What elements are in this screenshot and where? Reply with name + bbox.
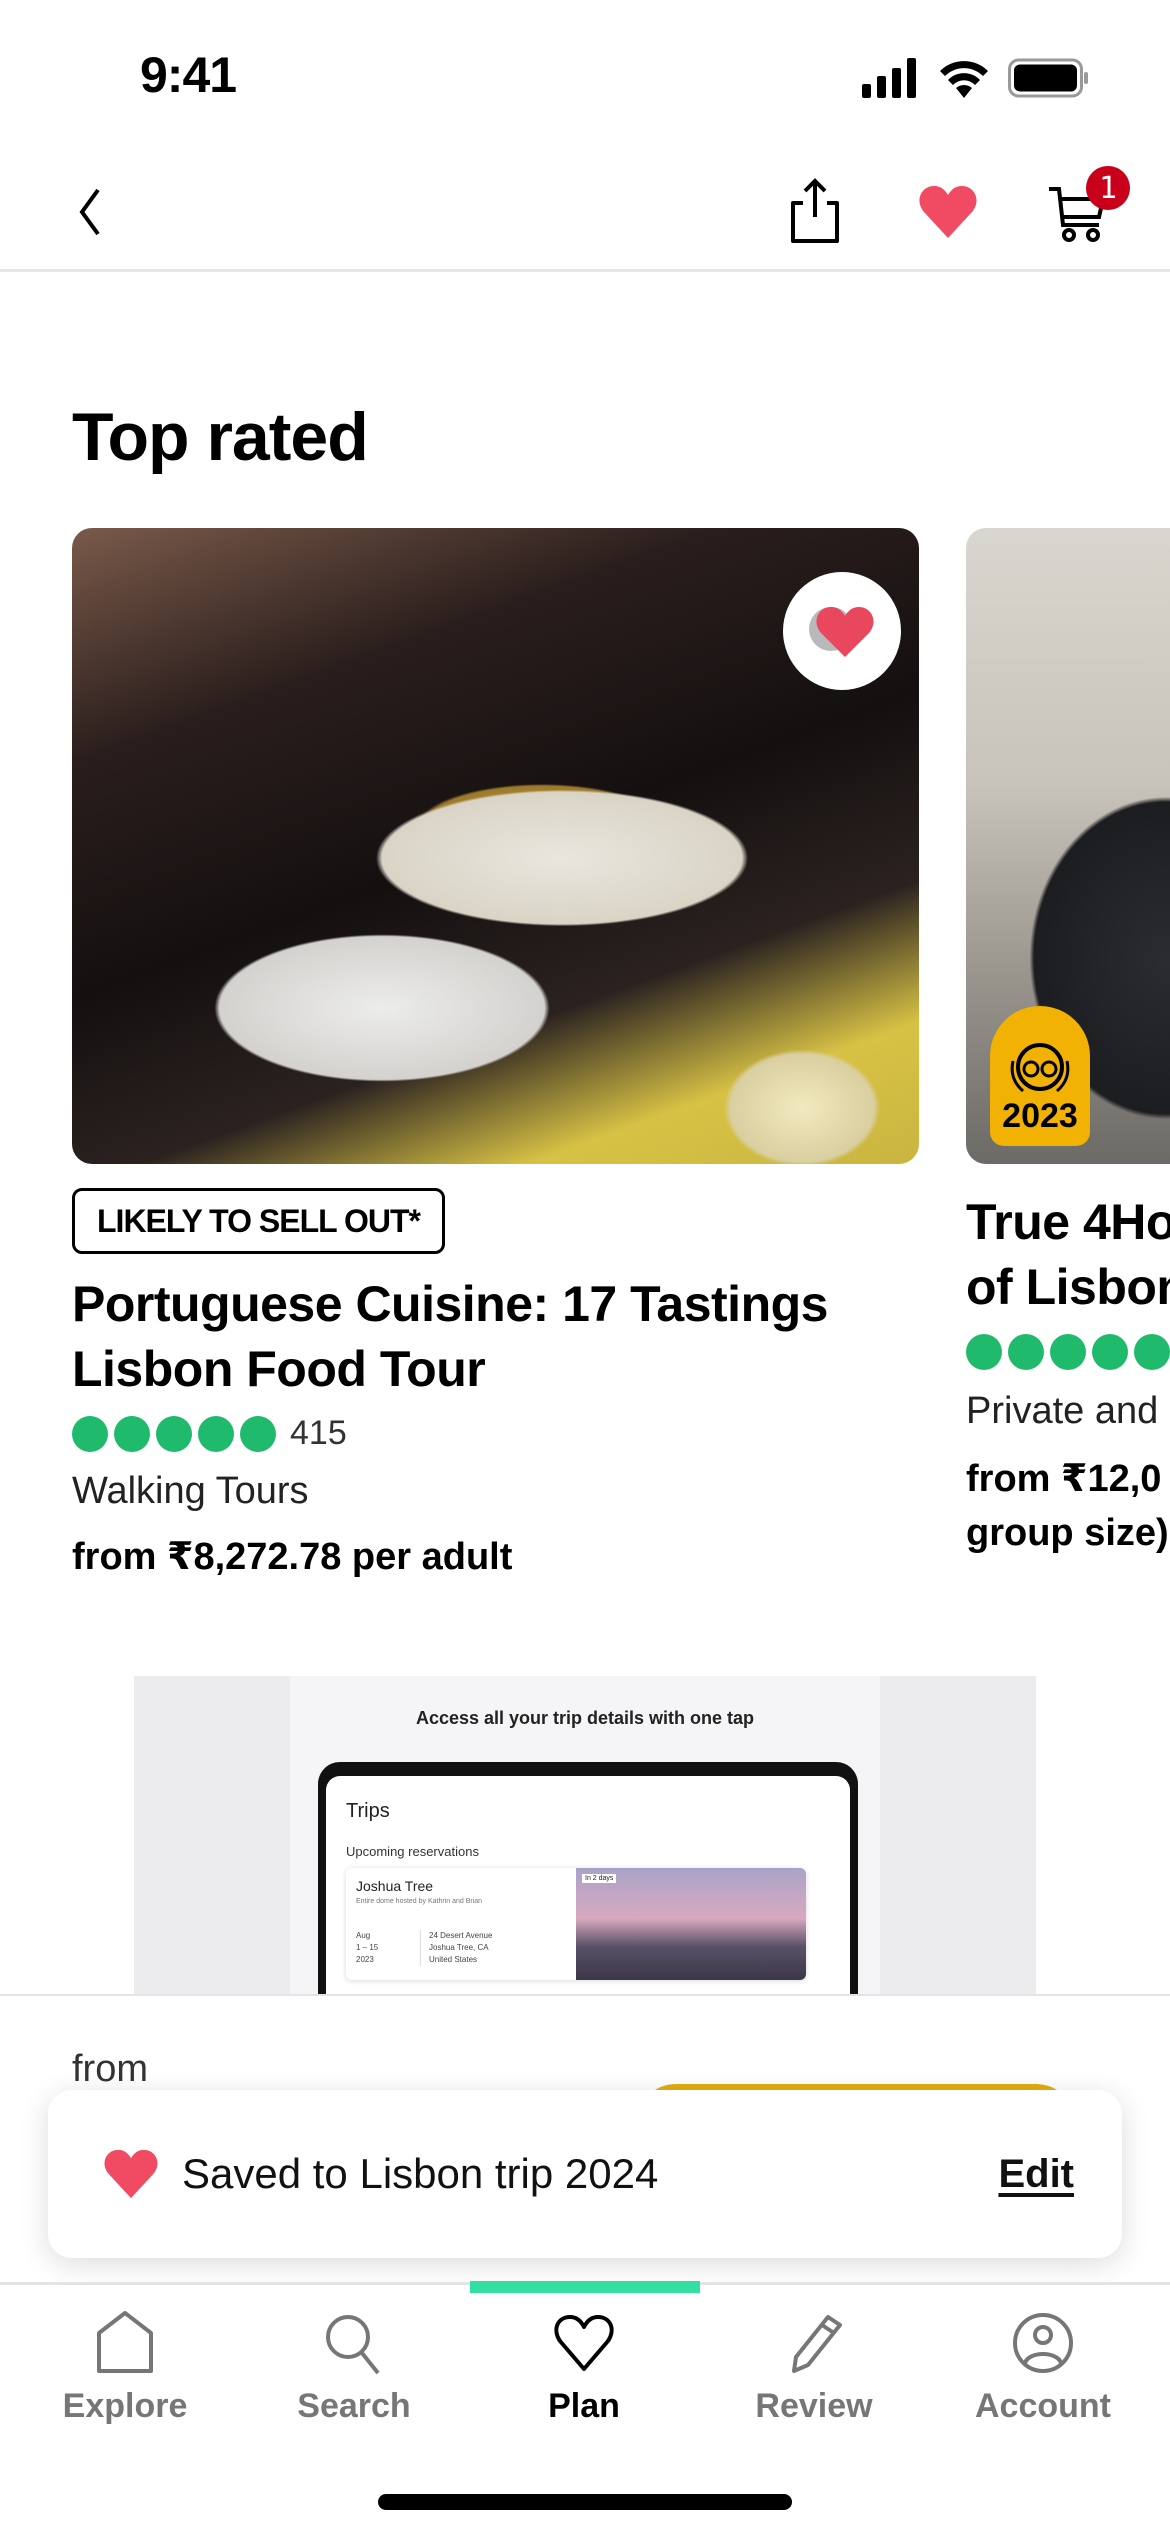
- tab-review[interactable]: Review: [714, 2311, 914, 2451]
- account-icon: [1013, 2313, 1073, 2373]
- cart-count-badge: 1: [1086, 166, 1130, 210]
- reservation-photo: In 2 days: [576, 1868, 806, 1980]
- tab-label: Search: [297, 2387, 411, 2425]
- share-button[interactable]: [775, 172, 855, 252]
- reservation-address: 24 Desert Avenue Joshua Tree, CA United …: [420, 1930, 492, 1966]
- tab-account[interactable]: Account: [943, 2311, 1143, 2451]
- reservation-date: Aug 1 – 15 2023: [356, 1931, 379, 1964]
- rating-bubble: [1092, 1334, 1128, 1370]
- section-title: Top rated: [72, 399, 369, 475]
- product-title[interactable]: True 4Ho of Lisbon: [966, 1190, 1170, 1320]
- product-title-line: of Lisbon: [966, 1259, 1170, 1315]
- review-count: 415: [290, 1414, 347, 1452]
- status-icons: [860, 58, 1090, 98]
- tab-label: Account: [975, 2387, 1111, 2425]
- favorite-button[interactable]: [783, 572, 901, 690]
- home-indicator: [378, 2494, 792, 2510]
- rating-bubble: [114, 1415, 150, 1452]
- share-icon: [791, 178, 839, 243]
- search-icon: [326, 2315, 380, 2375]
- from-label: from: [72, 2048, 148, 2090]
- saved-toast: Saved to Lisbon trip 2024 Edit: [48, 2090, 1122, 2258]
- reservation-name: Joshua Tree: [356, 1878, 434, 1894]
- status-time: 9:41: [140, 47, 237, 103]
- pencil-icon: [792, 2315, 842, 2373]
- battery-icon: [1008, 58, 1088, 98]
- trips-title: Trips: [346, 1800, 390, 1822]
- rating-bubble: [240, 1415, 276, 1452]
- upcoming-label: Upcoming reservations: [346, 1844, 479, 1859]
- chevron-left-icon: [79, 188, 100, 236]
- tab-explore[interactable]: Explore: [25, 2311, 225, 2451]
- cellular-signal-icon: [862, 58, 916, 98]
- status-bar: 9:41: [0, 0, 1170, 150]
- price-line: group size): [966, 1512, 1169, 1554]
- tab-label: Plan: [548, 2387, 620, 2425]
- promo-caption: Access all your trip details with one ta…: [415, 1708, 755, 1728]
- top-navigation-bar: 1: [0, 150, 1170, 272]
- price-line: from ₹12,0: [966, 1458, 1162, 1500]
- rating-bubble: [72, 1415, 108, 1452]
- product-card-image[interactable]: 2023: [966, 528, 1170, 1164]
- likely-to-sell-out-badge: LIKELY TO SELL OUT*: [72, 1188, 445, 1254]
- award-year: 2023: [1002, 1097, 1078, 1135]
- home-icon: [97, 2311, 153, 2373]
- product-price: from ₹8,272.78 per adult: [72, 1536, 513, 1578]
- rating: 415: [72, 1414, 347, 1453]
- rating-bubble: [1050, 1334, 1086, 1370]
- rating-bubble: [156, 1415, 192, 1452]
- rating-bubble: [1008, 1334, 1044, 1370]
- product-price: from ₹12,0 group size): [966, 1452, 1169, 1560]
- wifi-icon: [940, 61, 988, 98]
- tab-plan[interactable]: Plan: [484, 2311, 684, 2451]
- tablet-screen: Trips Upcoming reservations Joshua Tree …: [326, 1776, 850, 1996]
- rating: [966, 1334, 1170, 1370]
- travelers-choice-award-badge: 2023: [990, 1006, 1090, 1146]
- reservation-card: Joshua Tree Entire dome hosted by Kathri…: [346, 1868, 806, 1980]
- owl-logo-icon: [1010, 1043, 1070, 1093]
- heart-outline-icon: [554, 2315, 614, 2371]
- cart-button[interactable]: 1: [1038, 166, 1130, 252]
- active-tab-indicator: [470, 2281, 700, 2293]
- tablet-mockup: Trips Upcoming reservations Joshua Tree …: [318, 1762, 858, 1996]
- product-card-image[interactable]: [72, 528, 919, 1164]
- edit-button[interactable]: Edit: [998, 2152, 1074, 2197]
- toast-message: Saved to Lisbon trip 2024: [182, 2150, 659, 2197]
- heart-filled-icon: [104, 2149, 158, 2199]
- rating-bubble: [1134, 1334, 1170, 1370]
- tab-search[interactable]: Search: [254, 2311, 454, 2451]
- rating-bubble: [966, 1334, 1002, 1370]
- heart-filled-icon: [919, 186, 977, 238]
- promo-banner[interactable]: Access all your trip details with one ta…: [134, 1676, 1036, 1996]
- rating-bubble: [198, 1415, 234, 1452]
- heart-saved-icon: [809, 607, 874, 657]
- promo-content: Access all your trip details with one ta…: [290, 1676, 880, 1996]
- product-title[interactable]: Portuguese Cuisine: 17 Tastings Lisbon F…: [72, 1272, 912, 1402]
- back-button[interactable]: [50, 172, 130, 252]
- reservation-tag: In 2 days: [582, 1874, 617, 1883]
- tab-label: Explore: [62, 2387, 188, 2425]
- product-title-line: True 4Ho: [966, 1194, 1170, 1250]
- product-category: Private and: [966, 1390, 1159, 1432]
- reservation-host: Entire dome hosted by Kathrin and Brian: [356, 1898, 483, 1905]
- tab-label: Review: [755, 2387, 873, 2425]
- save-heart-button[interactable]: [908, 172, 988, 252]
- product-category: Walking Tours: [72, 1470, 309, 1512]
